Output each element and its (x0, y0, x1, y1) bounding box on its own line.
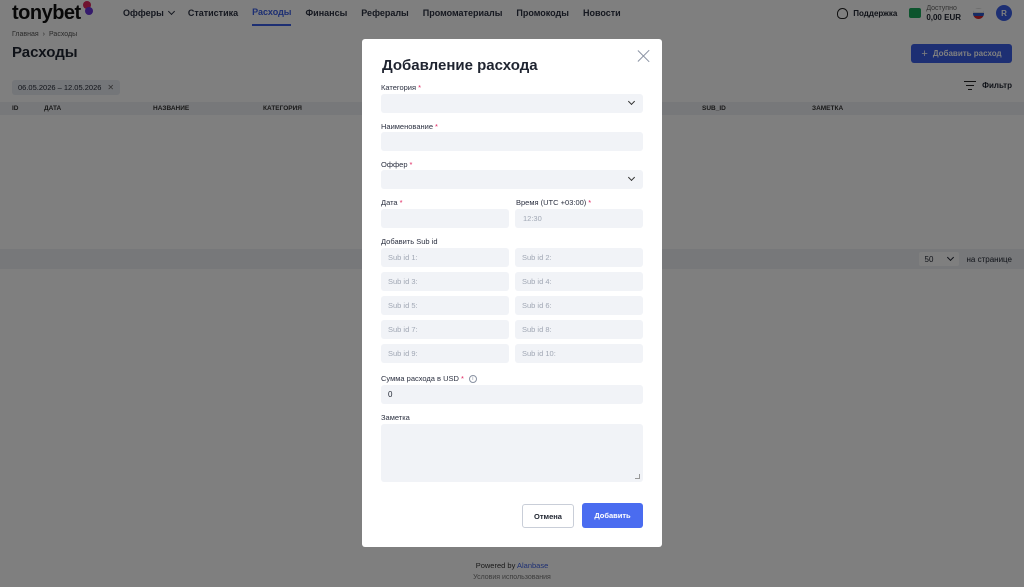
subid-9-input[interactable]: Sub id 9: (381, 344, 509, 363)
add-expense-modal: Добавление расхода Категория * Наименован… (362, 39, 662, 547)
modal-title: Добавление расхода (382, 57, 538, 74)
submit-add-button[interactable]: Добавить (582, 503, 643, 528)
subid-1-input[interactable]: Sub id 1: (381, 248, 509, 267)
subid-2-input[interactable]: Sub id 2: (515, 248, 643, 267)
amount-label: Сумма расхода в USD * i (381, 374, 477, 384)
close-icon[interactable] (637, 49, 651, 63)
amount-input[interactable]: 0 (381, 385, 643, 404)
time-input[interactable]: 12:30 (515, 209, 643, 228)
subid-10-input[interactable]: Sub id 10: (515, 344, 643, 363)
offer-label: Оффер * (381, 160, 413, 169)
subid-4-input[interactable]: Sub id 4: (515, 272, 643, 291)
date-input[interactable] (381, 209, 509, 228)
chevron-down-icon (627, 97, 636, 106)
subid-5-input[interactable]: Sub id 5: (381, 296, 509, 315)
name-input[interactable] (381, 132, 643, 151)
subid-6-input[interactable]: Sub id 6: (515, 296, 643, 315)
category-label: Категория * (381, 83, 421, 92)
date-label: Дата * (381, 198, 403, 207)
note-label: Заметка (381, 413, 410, 422)
time-label: Время (UTC +03:00) * (516, 198, 592, 207)
note-textarea[interactable] (381, 424, 643, 482)
resize-handle-icon[interactable] (635, 474, 640, 479)
subid-section-label: Добавить Sub id (381, 237, 438, 246)
cancel-button[interactable]: Отмена (522, 504, 574, 528)
name-label: Наименование * (381, 122, 438, 131)
subid-8-input[interactable]: Sub id 8: (515, 320, 643, 339)
subid-7-input[interactable]: Sub id 7: (381, 320, 509, 339)
chevron-down-icon (627, 173, 636, 182)
offer-select[interactable] (381, 170, 643, 189)
subid-3-input[interactable]: Sub id 3: (381, 272, 509, 291)
category-select[interactable] (381, 94, 643, 113)
info-icon[interactable]: i (468, 375, 477, 384)
